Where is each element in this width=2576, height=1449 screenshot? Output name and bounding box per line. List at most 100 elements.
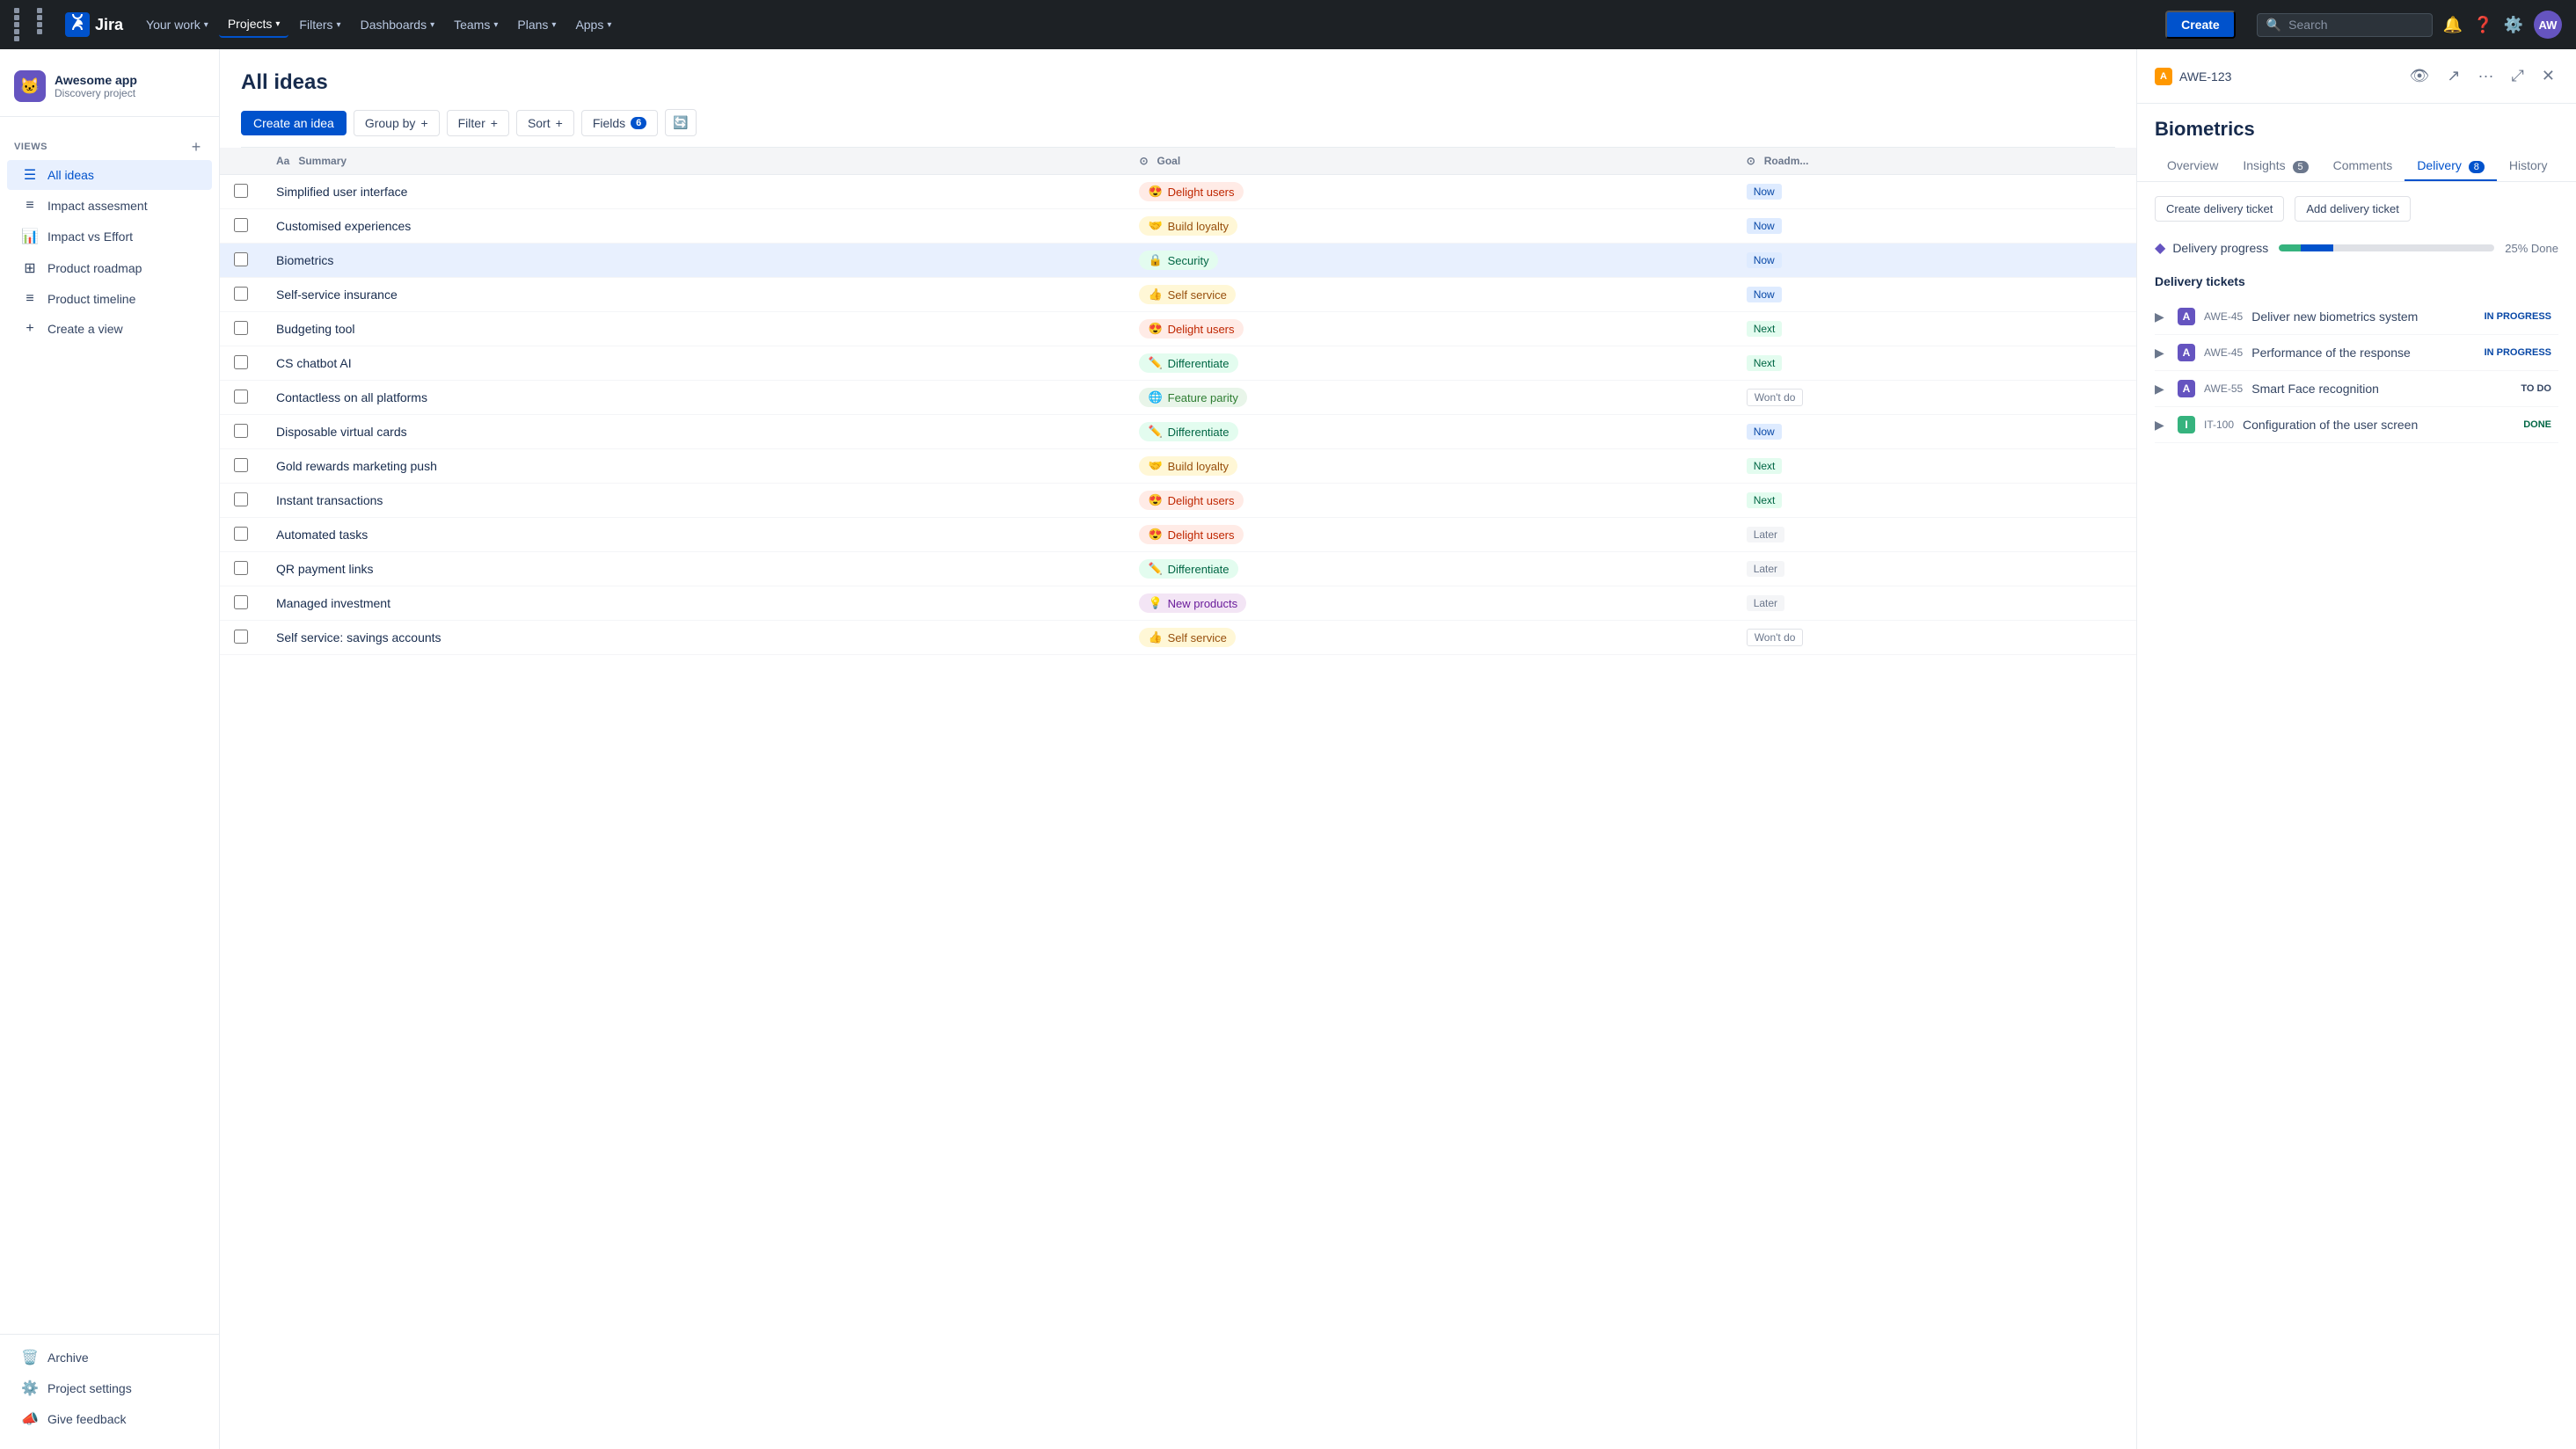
nav-teams[interactable]: Teams ▾ [445, 11, 507, 38]
create-delivery-ticket-button[interactable]: Create delivery ticket [2155, 196, 2284, 222]
tab-comments[interactable]: Comments [2321, 151, 2405, 181]
views-header: VIEWS + [0, 138, 219, 156]
nav-your-work[interactable]: Your work ▾ [137, 11, 217, 38]
ticket-type-icon: A [2178, 344, 2195, 361]
sidebar-item-impact-effort[interactable]: 📊 Impact vs Effort [7, 222, 212, 251]
share-icon[interactable]: ↗ [2443, 63, 2463, 89]
table-row[interactable]: Automated tasks 😍 Delight users Later [220, 518, 2136, 552]
more-icon[interactable]: ··· [2475, 63, 2498, 89]
expand-icon[interactable]: ⤢ [2508, 63, 2528, 89]
table-row[interactable]: Customised experiences 🤝 Build loyalty N… [220, 209, 2136, 244]
ticket-expand-icon[interactable]: ▶ [2155, 382, 2169, 397]
sidebar-item-project-settings[interactable]: ⚙️ Project settings [7, 1373, 212, 1403]
avatar[interactable]: AW [2534, 11, 2562, 39]
table-row[interactable]: QR payment links ✏️ Differentiate Later [220, 552, 2136, 586]
tab-insights[interactable]: Insights 5 [2230, 151, 2320, 181]
sidebar-item-archive[interactable]: 🗑️ Archive [7, 1343, 212, 1373]
fields-button[interactable]: Fields 6 [581, 110, 658, 136]
group-by-label: Group by [365, 116, 416, 130]
sidebar-item-product-timeline[interactable]: ≡ Product timeline [7, 285, 212, 313]
topnav-right: 🔍 🔔 ❓ ⚙️ AW [2257, 11, 2562, 39]
delivery-ticket[interactable]: ▶ A AWE-55 Smart Face recognition TO DO [2155, 371, 2558, 407]
table-row[interactable]: Managed investment 💡 New products Later [220, 586, 2136, 621]
nav-projects[interactable]: Projects ▾ [219, 11, 289, 38]
close-icon[interactable]: ✕ [2538, 63, 2558, 89]
row-checkbox[interactable] [234, 424, 248, 438]
nav-dashboards[interactable]: Dashboards ▾ [352, 11, 444, 38]
row-checkbox[interactable] [234, 355, 248, 369]
ticket-title: Configuration of the user screen [2243, 418, 2507, 432]
row-roadmap: Next [1733, 312, 2136, 346]
search-input[interactable] [2288, 18, 2423, 32]
tab-history[interactable]: History [2497, 151, 2560, 181]
add-view-icon[interactable]: + [187, 138, 205, 156]
ticket-expand-icon[interactable]: ▶ [2155, 418, 2169, 433]
row-checkbox[interactable] [234, 527, 248, 541]
row-checkbox[interactable] [234, 321, 248, 335]
watch-icon[interactable]: 👁 [2406, 63, 2434, 89]
table-row[interactable]: Biometrics 🔒 Security Now [220, 244, 2136, 278]
notifications-icon[interactable]: 🔔 [2443, 16, 2463, 34]
row-checkbox[interactable] [234, 595, 248, 609]
table-row[interactable]: Gold rewards marketing push 🤝 Build loya… [220, 449, 2136, 484]
issue-id: A AWE-123 [2155, 68, 2231, 85]
table-row[interactable]: Self service: savings accounts 👍 Self se… [220, 621, 2136, 655]
table-row[interactable]: Simplified user interface 😍 Delight user… [220, 175, 2136, 209]
table-row[interactable]: Self-service insurance 👍 Self service No… [220, 278, 2136, 312]
sort-plus-icon: + [556, 116, 563, 130]
group-by-button[interactable]: Group by + [354, 110, 440, 136]
add-delivery-ticket-button[interactable]: Add delivery ticket [2295, 196, 2411, 222]
roadmap-badge: Next [1747, 492, 1783, 508]
sidebar-item-impact-assessment[interactable]: ≡ Impact assesment [7, 192, 212, 220]
refresh-button[interactable]: 🔄 [665, 109, 696, 136]
row-roadmap: Later [1733, 518, 2136, 552]
create-idea-button[interactable]: Create an idea [241, 111, 347, 135]
sidebar-item-give-feedback[interactable]: 📣 Give feedback [7, 1404, 212, 1434]
row-roadmap: Later [1733, 552, 2136, 586]
main-content: All ideas Create an idea Group by + Filt… [220, 49, 2136, 1449]
insights-badge: 5 [2293, 161, 2309, 173]
row-checkbox[interactable] [234, 492, 248, 506]
table-row[interactable]: Contactless on all platforms 🌐 Feature p… [220, 381, 2136, 415]
filter-label: Filter [458, 116, 485, 130]
row-checkbox[interactable] [234, 390, 248, 404]
row-checkbox[interactable] [234, 458, 248, 472]
row-checkbox[interactable] [234, 630, 248, 644]
sidebar-item-product-roadmap[interactable]: ⊞ Product roadmap [7, 253, 212, 283]
table-row[interactable]: Budgeting tool 😍 Delight users Next [220, 312, 2136, 346]
sort-button[interactable]: Sort + [516, 110, 574, 136]
sidebar-item-all-ideas[interactable]: ☰ All ideas [7, 160, 212, 190]
ticket-expand-icon[interactable]: ▶ [2155, 309, 2169, 324]
sidebar-item-label: Give feedback [47, 1412, 127, 1426]
tab-delivery[interactable]: Delivery 8 [2405, 151, 2497, 181]
row-checkbox[interactable] [234, 287, 248, 301]
issue-type-icon: A [2155, 68, 2172, 85]
nav-filters[interactable]: Filters ▾ [290, 11, 349, 38]
row-checkbox[interactable] [234, 184, 248, 198]
filter-button[interactable]: Filter + [447, 110, 509, 136]
nav-apps[interactable]: Apps ▾ [566, 11, 620, 38]
nav-plans[interactable]: Plans ▾ [508, 11, 565, 38]
row-checkbox[interactable] [234, 218, 248, 232]
table-row[interactable]: Instant transactions 😍 Delight users Nex… [220, 484, 2136, 518]
panel-header-actions: 👁 ↗ ··· ⤢ ✕ [2406, 63, 2558, 89]
row-checkbox[interactable] [234, 252, 248, 266]
row-checkbox[interactable] [234, 561, 248, 575]
tab-overview[interactable]: Overview [2155, 151, 2230, 181]
sidebar-item-create-view[interactable]: + Create a view [7, 315, 212, 343]
settings-icon[interactable]: ⚙️ [2504, 16, 2523, 34]
delivery-ticket[interactable]: ▶ A AWE-45 Performance of the response I… [2155, 335, 2558, 371]
ticket-expand-icon[interactable]: ▶ [2155, 346, 2169, 360]
create-button[interactable]: Create [2165, 11, 2236, 39]
table-row[interactable]: Disposable virtual cards ✏️ Differentiat… [220, 415, 2136, 449]
delivery-ticket[interactable]: ▶ A AWE-45 Deliver new biometrics system… [2155, 299, 2558, 335]
apps-grid-icon[interactable] [14, 8, 58, 41]
search-box[interactable]: 🔍 [2257, 13, 2433, 37]
help-icon[interactable]: ❓ [2473, 16, 2492, 34]
delivery-ticket[interactable]: ▶ I IT-100 Configuration of the user scr… [2155, 407, 2558, 443]
logo[interactable]: Jira [65, 12, 123, 37]
sidebar-item-label: Create a view [47, 322, 123, 336]
row-roadmap: Now [1733, 244, 2136, 278]
table-row[interactable]: CS chatbot AI ✏️ Differentiate Next [220, 346, 2136, 381]
progress-diamond-icon: ◆ [2155, 239, 2165, 257]
